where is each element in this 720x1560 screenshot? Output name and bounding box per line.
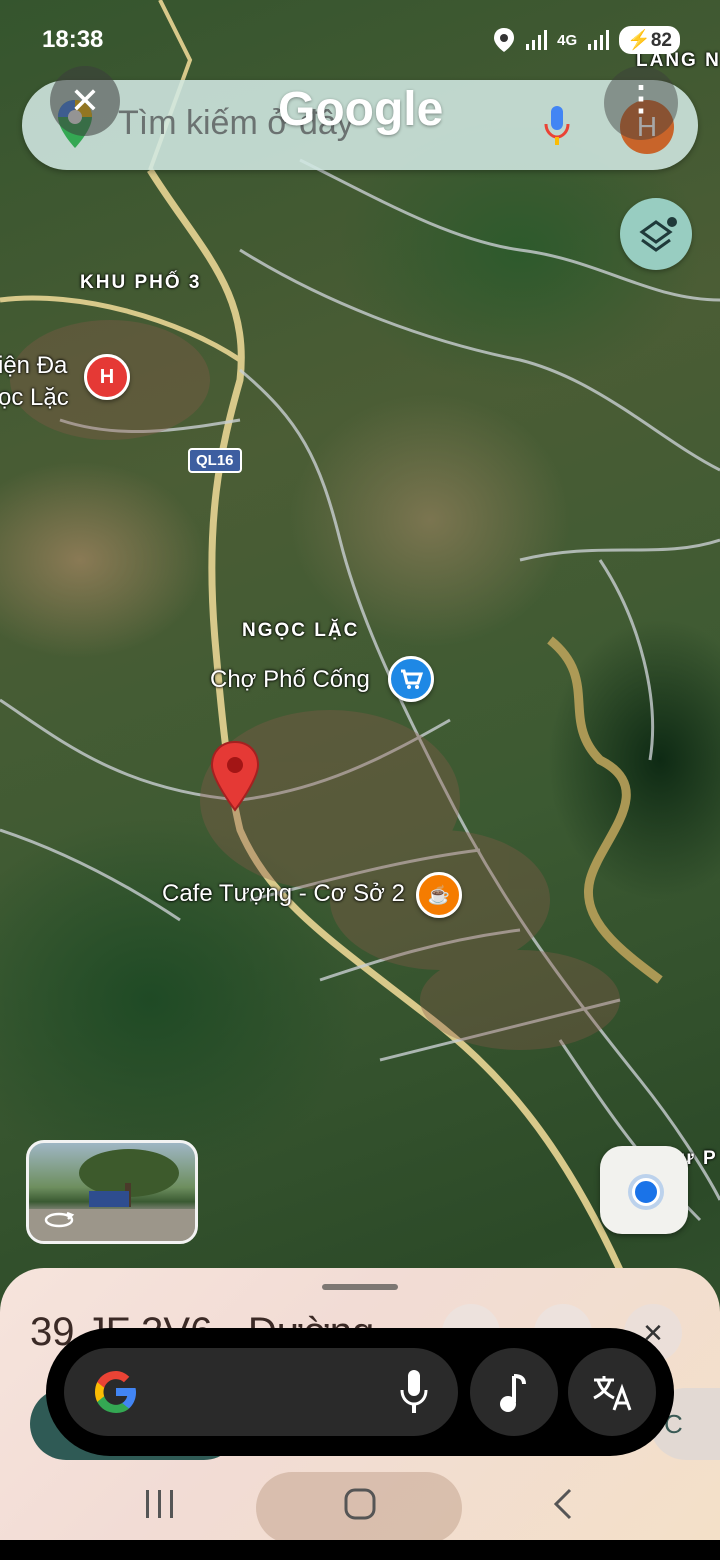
signal-icon-2 [588, 30, 610, 50]
battery-level: ⚡82 [619, 26, 680, 54]
drag-handle[interactable] [322, 1284, 398, 1290]
shopping-cart-icon[interactable] [388, 656, 434, 702]
market-label[interactable]: Chợ Phố Cống [210, 666, 370, 694]
google-g-icon [95, 1371, 136, 1413]
hospital-label-line2[interactable]: ọc Lặc [0, 384, 69, 412]
coffee-cup-icon[interactable]: ☕ [416, 872, 462, 918]
road-shield-ql16: QL16 [188, 448, 242, 473]
recent-apps-icon[interactable] [140, 1484, 180, 1524]
hospital-label-line1[interactable]: iện Đa [0, 352, 67, 380]
screen-bottom-edge [0, 1540, 720, 1560]
cafe-label[interactable]: Cafe Tượng - Cơ Sở 2 [162, 880, 405, 908]
location-icon [494, 28, 515, 52]
home-icon[interactable] [340, 1484, 380, 1524]
street-view-thumbnail[interactable] [26, 1140, 198, 1244]
mic-icon[interactable] [398, 1368, 430, 1416]
mic-icon[interactable] [542, 104, 572, 148]
rotate-360-icon [44, 1211, 75, 1228]
hospital-marker-icon[interactable]: H [84, 354, 130, 400]
signal-icon [526, 30, 548, 50]
close-icon[interactable]: ✕ [50, 66, 120, 136]
music-search-button[interactable] [470, 1348, 558, 1436]
my-location-button[interactable] [600, 1146, 688, 1234]
area-label-ngoc-lac: NGỌC LẶC [242, 620, 360, 641]
google-wordmark: Google [278, 83, 444, 136]
area-label-khu-pho-3: KHU PHỐ 3 [80, 272, 202, 293]
layers-icon [639, 217, 677, 252]
my-location-icon [632, 1178, 660, 1206]
translate-icon [593, 1376, 632, 1411]
back-icon[interactable] [544, 1484, 584, 1524]
map-pin-icon[interactable] [208, 740, 262, 812]
more-vert-icon[interactable]: ⋮ [604, 66, 678, 140]
google-search-pill[interactable] [64, 1348, 458, 1436]
search-bar[interactable]: Tìm kiếm ở đây Google H ✕ ⋮ [22, 66, 698, 170]
system-nav-bar [0, 1456, 720, 1544]
network-type: 4G [557, 31, 578, 49]
translate-button[interactable] [568, 1348, 656, 1436]
music-note-icon [500, 1374, 526, 1412]
layers-button[interactable] [620, 198, 692, 270]
google-search-widget[interactable] [46, 1328, 674, 1456]
status-bar: 18:38 4G ⚡82 [0, 0, 720, 76]
status-time: 18:38 [42, 26, 104, 53]
